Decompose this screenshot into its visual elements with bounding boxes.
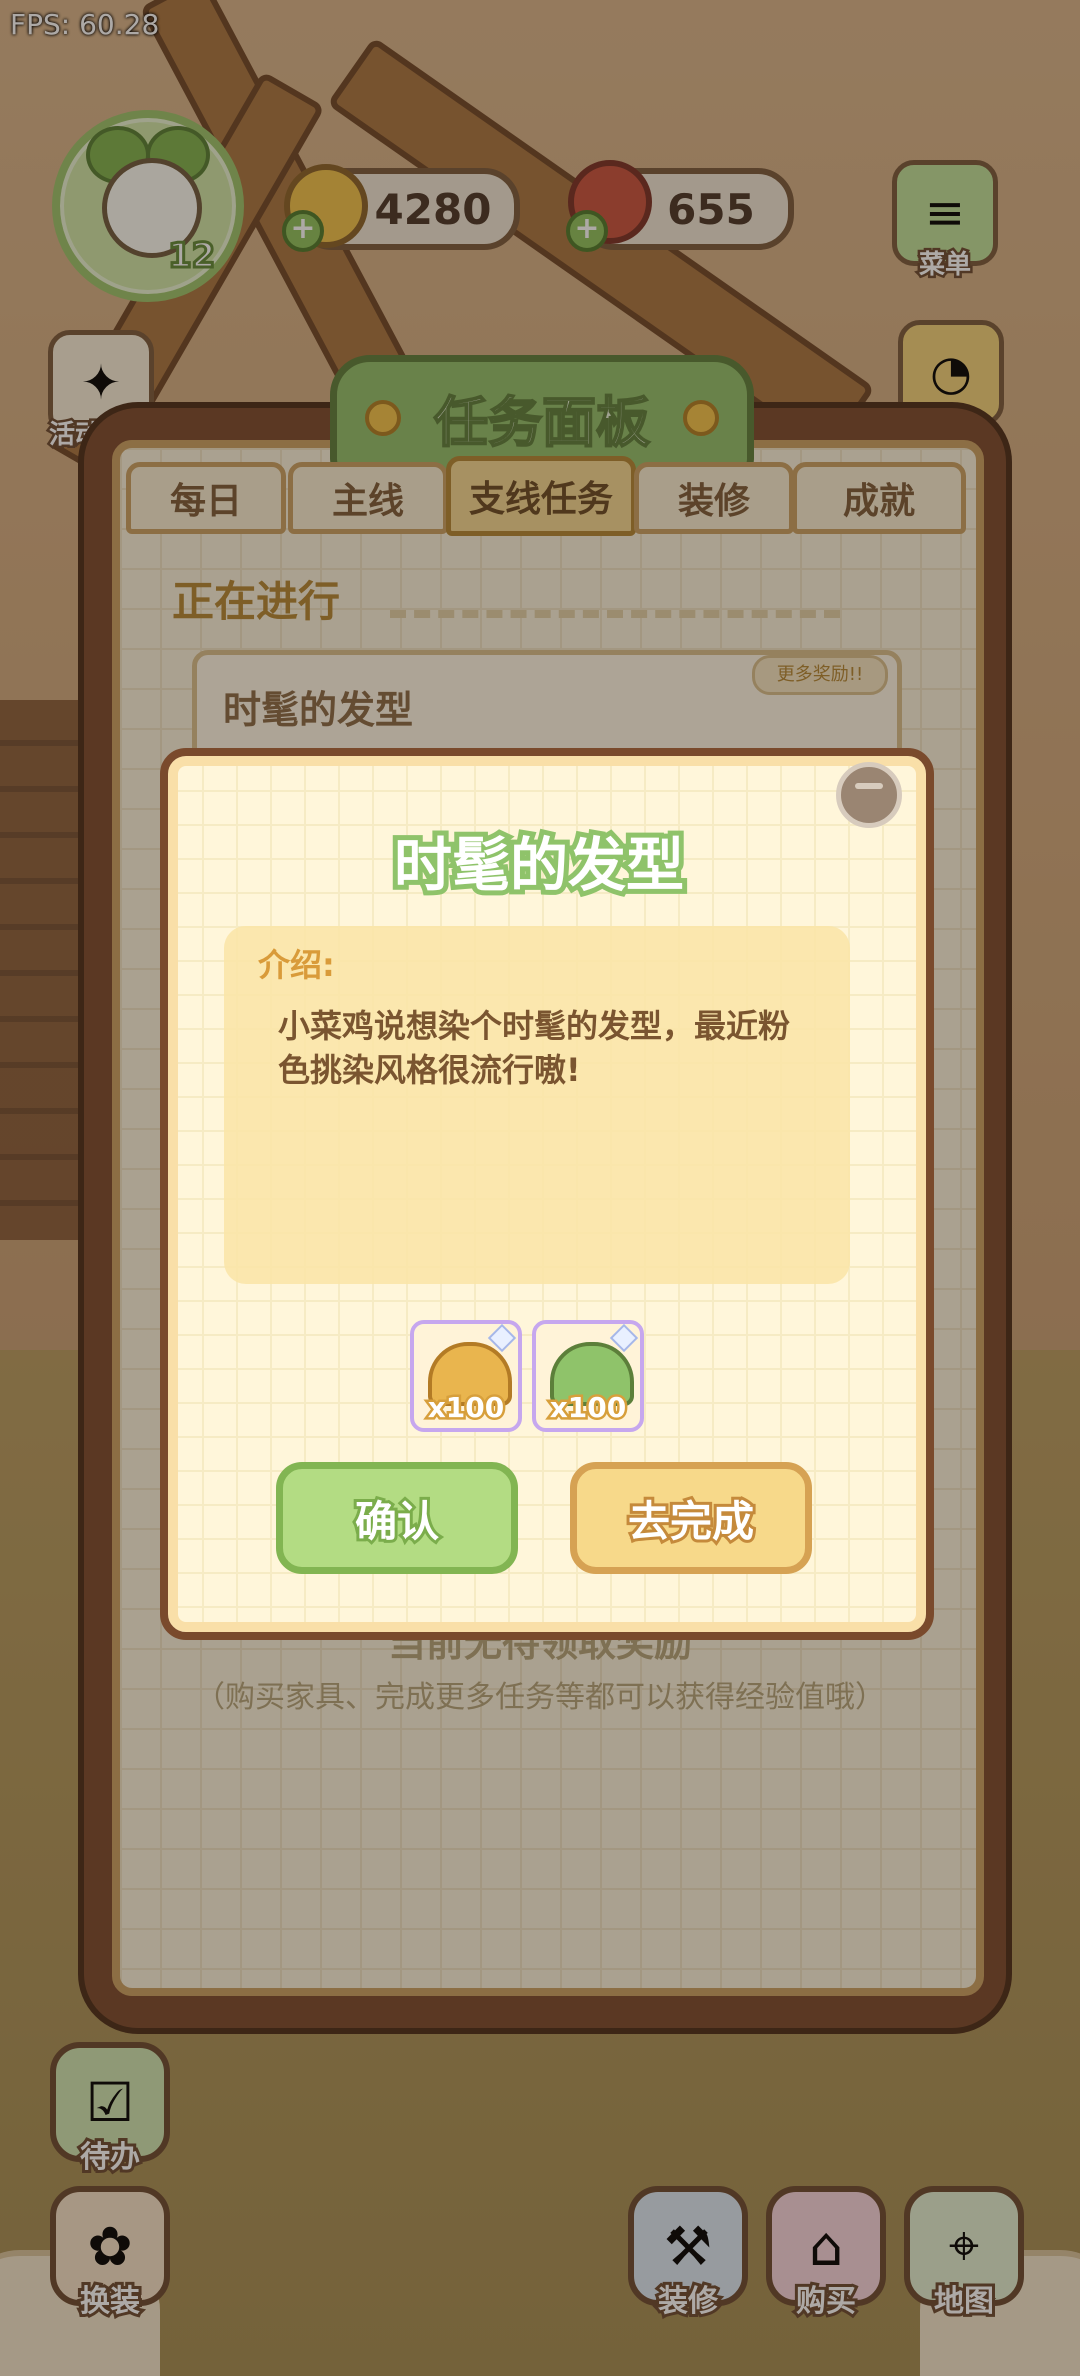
confirm-button[interactable]: 确认 <box>276 1462 518 1574</box>
reward-qty: x100 <box>547 1389 629 1427</box>
intro-label: 介绍: <box>258 946 335 984</box>
intro-text: 小菜鸡说想染个时髦的发型，最近粉色挑染风格很流行嗷! <box>278 1007 791 1089</box>
reward-item-upgrade[interactable]: x100 <box>532 1320 644 1432</box>
dialog-title: 时髦的发型 <box>389 826 689 904</box>
reward-item-coins[interactable]: x100 <box>410 1320 522 1432</box>
go-complete-button[interactable]: 去完成 <box>570 1462 812 1574</box>
reward-qty: x100 <box>425 1389 507 1427</box>
